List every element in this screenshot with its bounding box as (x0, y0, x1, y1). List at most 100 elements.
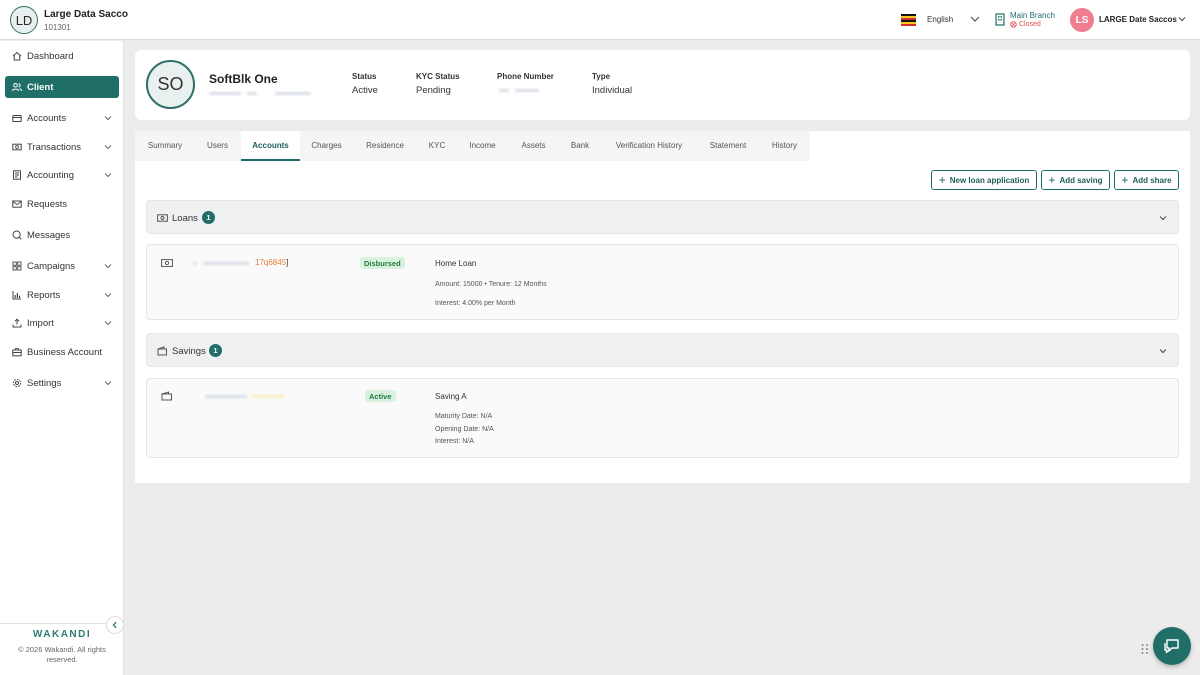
sidebar-item-accounts[interactable]: Accounts (5, 107, 119, 129)
type-value: Individual (592, 85, 633, 96)
sidebar-item-label: Import (27, 317, 54, 329)
sidebar-item-label: Dashboard (27, 50, 74, 62)
building-icon (995, 13, 1005, 26)
sidebar-item-label: Requests (27, 198, 68, 210)
savings-count-badge: 1 (209, 344, 222, 357)
tab-kyc[interactable]: KYC (418, 131, 456, 161)
chevron-down-icon (104, 116, 112, 121)
bar-chart-icon (12, 290, 22, 300)
sidebar-item-label: Business Account (27, 346, 102, 358)
user-avatar[interactable]: LS (1070, 8, 1094, 32)
ledger-icon (12, 170, 22, 180)
sidebar-item-transactions[interactable]: Transactions (5, 136, 119, 158)
loan-product-name: Home Loan (435, 259, 477, 268)
cash-icon (161, 259, 173, 267)
add-share-button[interactable]: + Add share (1114, 170, 1179, 190)
sidebar-item-import[interactable]: Import (5, 312, 119, 334)
upload-icon (12, 318, 22, 328)
button-label: New loan application (949, 175, 1030, 185)
briefcase-icon (12, 347, 22, 357)
tab-history[interactable]: History (761, 131, 808, 161)
sidebar-item-settings[interactable]: Settings (5, 372, 119, 394)
sidebar-item-messages[interactable]: Messages (5, 224, 119, 246)
branch-status-label: Closed (1019, 21, 1041, 28)
sidebar-item-label: Messages (27, 229, 71, 241)
plus-icon: + (1048, 173, 1056, 187)
drag-handle-icon[interactable] (1140, 642, 1150, 656)
client-profile-card: SO SoftBlk One Status Active KYC Status … (135, 50, 1190, 120)
tab-bank[interactable]: Bank (559, 131, 601, 161)
tab-users[interactable]: Users (195, 131, 240, 161)
tab-assets[interactable]: Assets (510, 131, 557, 161)
sidebar: Dashboard Client Accounts Transactions A… (0, 41, 124, 675)
chevron-down-icon (104, 264, 112, 269)
tab-summary[interactable]: Summary (135, 131, 195, 161)
loans-section-header[interactable]: Loans 1 (146, 200, 1179, 234)
button-label: Add saving (1059, 175, 1103, 185)
wallet-icon (161, 391, 172, 401)
chevron-down-icon (104, 145, 112, 150)
tab-verification-history[interactable]: Verification History (603, 131, 695, 161)
org-avatar[interactable]: LD (10, 6, 38, 34)
phone-number-redacted (499, 88, 545, 94)
sidebar-item-client[interactable]: Client (5, 76, 119, 98)
org-name: Large Data Sacco (44, 9, 128, 20)
tab-charges[interactable]: Charges (300, 131, 353, 161)
phone-number-label: Phone Number (497, 72, 554, 81)
add-saving-button[interactable]: + Add saving (1041, 170, 1110, 190)
sidebar-item-reports[interactable]: Reports (5, 284, 119, 306)
sidebar-item-label: Reports (27, 289, 61, 301)
top-bar: LD Large Data Sacco 101301 English Main … (0, 0, 1200, 40)
cash-icon (12, 142, 22, 152)
new-loan-application-button[interactable]: + New loan application (931, 170, 1037, 190)
status-label: Status (352, 72, 377, 81)
sidebar-item-label: Accounts (27, 112, 67, 124)
plus-icon: + (938, 173, 946, 187)
language-label[interactable]: English (927, 15, 953, 24)
wallet-icon (12, 113, 22, 123)
tab-residence[interactable]: Residence (355, 131, 415, 161)
sidebar-item-accounting[interactable]: Accounting (5, 164, 119, 186)
tab-income[interactable]: Income (457, 131, 508, 161)
cash-icon (157, 214, 168, 222)
mail-icon (12, 199, 22, 209)
loans-section-title: Loans (172, 213, 198, 224)
chevron-down-icon (104, 381, 112, 386)
chevron-down-icon[interactable] (1158, 213, 1168, 223)
gear-icon (12, 378, 22, 388)
sidebar-item-label: Transactions (27, 141, 82, 153)
user-name[interactable]: LARGE Date Saccos (1099, 15, 1177, 24)
org-code: 101301 (44, 23, 71, 32)
tab-bar: Summary Users Accounts Charges Residence… (135, 131, 810, 161)
sidebar-item-dashboard[interactable]: Dashboard (5, 45, 119, 67)
tab-statement[interactable]: Statement (697, 131, 759, 161)
sidebar-item-campaigns[interactable]: Campaigns (5, 255, 119, 277)
loan-status-badge: Disbursed (360, 257, 405, 269)
kyc-status-label: KYC Status (416, 72, 460, 81)
users-icon (12, 82, 22, 92)
sidebar-item-label: Settings (27, 377, 62, 389)
loan-account-ref-redacted (193, 262, 253, 266)
uganda-flag-icon[interactable] (901, 14, 916, 26)
loans-count-badge: 1 (202, 211, 215, 224)
chevron-left-icon (112, 621, 117, 629)
loan-account-card[interactable]: 17q6845] Disbursed Home Loan Amount: 150… (146, 244, 1179, 320)
savings-section-header[interactable]: Savings 1 (146, 333, 1179, 367)
chevron-down-icon[interactable] (1177, 14, 1187, 24)
button-label: Add share (1132, 175, 1172, 185)
tab-accounts[interactable]: Accounts (241, 131, 300, 161)
chat-support-button[interactable] (1153, 627, 1191, 665)
saving-account-card[interactable]: Active Saving A Maturity Date: N/A Openi… (146, 378, 1179, 458)
chat-icon (12, 230, 22, 240)
loan-account-ref: 17q6845] (255, 258, 289, 267)
grid-icon (12, 261, 22, 271)
sidebar-item-business-account[interactable]: Business Account (5, 341, 119, 363)
client-name: SoftBlk One (209, 72, 278, 86)
client-id-redacted (209, 90, 311, 96)
branch-name[interactable]: Main Branch (1010, 11, 1055, 20)
sidebar-item-requests[interactable]: Requests (5, 193, 119, 215)
chevron-down-icon[interactable] (1158, 346, 1168, 356)
chevron-down-icon[interactable] (969, 13, 981, 25)
brand-logo: WAKANDI (32, 629, 92, 640)
client-avatar: SO (146, 60, 195, 109)
